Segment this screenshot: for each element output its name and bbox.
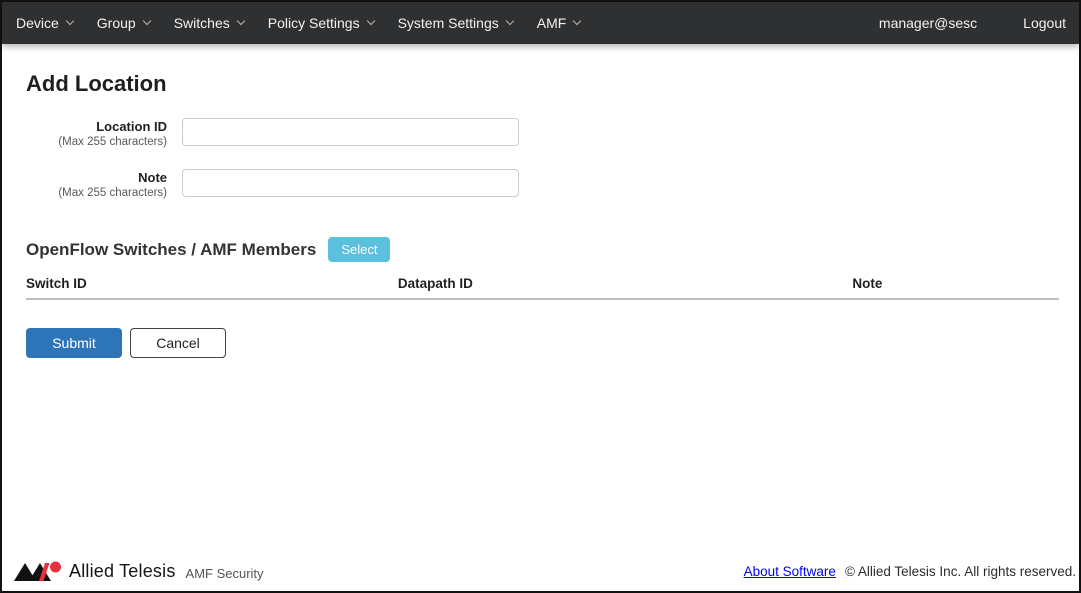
chevron-down-icon (237, 17, 245, 25)
note-input[interactable] (182, 169, 519, 197)
copyright-text: © Allied Telesis Inc. All rights reserve… (845, 564, 1076, 579)
nav-item-group[interactable]: Group (85, 2, 162, 44)
form-actions: Submit Cancel (26, 328, 1055, 358)
note-label-group: Note (Max 255 characters) (26, 169, 167, 200)
logged-in-user: manager@sesc (879, 15, 977, 31)
column-header-datapath-id: Datapath ID (398, 276, 853, 299)
logout-button[interactable]: Logout (1023, 15, 1066, 31)
product-name: AMF Security (186, 566, 264, 581)
location-id-label: Location ID (26, 119, 167, 135)
note-hint: (Max 255 characters) (26, 186, 167, 200)
location-id-input[interactable] (182, 118, 519, 146)
select-members-button[interactable]: Select (328, 237, 390, 262)
form-row-location-id: Location ID (Max 255 characters) (26, 118, 1055, 149)
allied-telesis-logo-icon (14, 560, 62, 582)
add-location-form: Location ID (Max 255 characters) Note (M… (26, 118, 1055, 200)
navbar-right: manager@sesc Logout (879, 2, 1066, 44)
nav-item-amf[interactable]: AMF (525, 2, 593, 44)
chevron-down-icon (66, 17, 74, 25)
column-header-switch-id: Switch ID (26, 276, 398, 299)
nav-item-system-settings[interactable]: System Settings (386, 2, 525, 44)
members-section-header: OpenFlow Switches / AMF Members Select (26, 237, 1055, 262)
nav-item-label: System Settings (398, 15, 499, 31)
members-section-title: OpenFlow Switches / AMF Members (26, 240, 316, 260)
top-navbar: Device Group Switches Policy Settings Sy… (2, 2, 1079, 44)
submit-button[interactable]: Submit (26, 328, 122, 358)
nav-item-label: AMF (537, 15, 567, 31)
nav-item-device[interactable]: Device (4, 2, 85, 44)
nav-item-label: Group (97, 15, 136, 31)
page-footer: Allied Telesis AMF Security About Softwa… (2, 553, 1079, 591)
nav-item-label: Device (16, 15, 59, 31)
nav-item-label: Policy Settings (268, 15, 360, 31)
about-software-link[interactable]: About Software (744, 564, 836, 579)
form-row-note: Note (Max 255 characters) (26, 169, 1055, 200)
note-label: Note (26, 170, 167, 186)
members-table-header: Switch ID Datapath ID Note (26, 276, 1059, 299)
column-header-note: Note (852, 276, 1059, 299)
nav-item-label: Switches (174, 15, 230, 31)
nav-item-switches[interactable]: Switches (162, 2, 256, 44)
cancel-button[interactable]: Cancel (130, 328, 226, 358)
chevron-down-icon (142, 17, 150, 25)
main-content: Add Location Location ID (Max 255 charac… (2, 44, 1079, 553)
location-id-label-group: Location ID (Max 255 characters) (26, 118, 167, 149)
nav-item-policy-settings[interactable]: Policy Settings (256, 2, 386, 44)
page-title: Add Location (26, 71, 1055, 97)
location-id-hint: (Max 255 characters) (26, 135, 167, 149)
brand-name: Allied Telesis (69, 561, 176, 582)
footer-right: About Software © Allied Telesis Inc. All… (744, 564, 1076, 579)
members-table: Switch ID Datapath ID Note (26, 276, 1059, 300)
brand-area: Allied Telesis AMF Security (14, 560, 264, 582)
chevron-down-icon (573, 17, 581, 25)
chevron-down-icon (505, 17, 513, 25)
chevron-down-icon (366, 17, 374, 25)
